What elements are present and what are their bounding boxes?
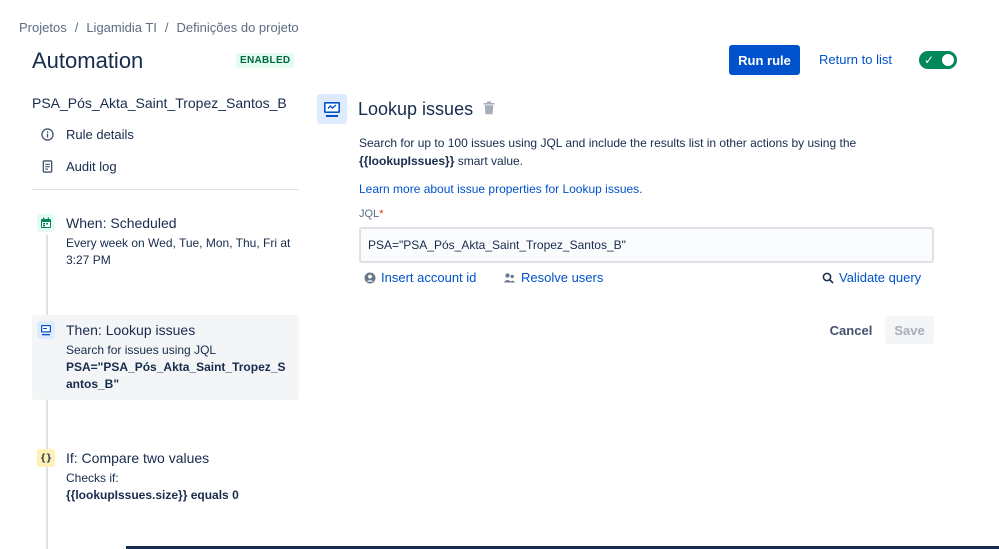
sidebar-divider [32, 189, 299, 190]
jql-input[interactable] [359, 227, 934, 263]
breadcrumb-item-project[interactable]: Ligamidia TI [86, 20, 157, 35]
validate-query-label: Validate query [839, 270, 922, 285]
step-condition: {{lookupIssues.size}} equals 0 [66, 488, 239, 502]
toggle-knob [942, 54, 954, 66]
panel-description: Search for up to 100 issues using JQL an… [359, 134, 919, 170]
description-text: Search for up to 100 issues using JQL an… [359, 136, 857, 150]
insert-account-id-label: Insert account id [381, 270, 477, 285]
save-button[interactable]: Save [885, 316, 934, 344]
step-description: Every week on Wed, Tue, Mon, Thu, Fri at… [66, 236, 291, 267]
cancel-button[interactable]: Cancel [820, 316, 882, 344]
check-icon: ✓ [924, 53, 935, 67]
jql-label-text: JQL [359, 208, 380, 220]
rule-details-link[interactable]: Rule details [40, 127, 134, 142]
braces-icon: {} [37, 449, 55, 467]
run-rule-button[interactable]: Run rule [729, 45, 800, 75]
search-icon [822, 272, 834, 284]
step-title: If: Compare two values [66, 450, 210, 466]
step-if-compare-values[interactable]: {} If: Compare two values Checks if: {{l… [32, 443, 299, 512]
smart-value-code: {{lookupIssues}} [359, 154, 455, 168]
breadcrumb-separator: / [74, 20, 79, 35]
required-mark: * [379, 208, 384, 220]
step-title: When: Scheduled [66, 215, 177, 231]
breadcrumb: Projetos / Ligamidia TI / Definições do … [19, 20, 299, 35]
status-badge: ENABLED [236, 53, 295, 68]
learn-more-link[interactable]: Learn more about issue properties for Lo… [359, 182, 643, 196]
document-icon [40, 160, 54, 174]
step-description: Search for issues using JQL [66, 343, 217, 357]
insert-account-id-link[interactable]: Insert account id [364, 270, 476, 285]
breadcrumb-item-projects[interactable]: Projetos [19, 20, 67, 35]
step-then-lookup-issues[interactable]: Then: Lookup issues Search for issues us… [32, 315, 299, 400]
page-title: Automation [32, 48, 144, 73]
rule-details-label: Rule details [66, 127, 134, 142]
breadcrumb-item-settings[interactable]: Definições do projeto [177, 20, 299, 35]
breadcrumb-separator: / [164, 20, 169, 35]
audit-log-link[interactable]: Audit log [40, 159, 117, 174]
info-icon [40, 128, 54, 142]
step-when-scheduled[interactable]: When: Scheduled Every week on Wed, Tue, … [32, 208, 299, 277]
panel-title: Lookup issues [358, 99, 474, 119]
rule-name: PSA_Pós_Akta_Saint_Tropez_Santos_B [32, 95, 287, 111]
rule-enabled-toggle[interactable]: ✓ [919, 51, 957, 69]
step-jql-value: PSA="PSA_Pós_Akta_Saint_Tropez_Santos_B" [66, 360, 286, 391]
jql-label: JQL* [359, 208, 383, 220]
user-circle-icon [364, 272, 376, 284]
audit-log-label: Audit log [66, 159, 117, 174]
monitor-icon [37, 321, 55, 339]
validate-query-link[interactable]: Validate query [822, 270, 921, 285]
users-icon [503, 272, 516, 284]
monitor-icon [317, 94, 347, 124]
resolve-users-link[interactable]: Resolve users [503, 270, 603, 285]
description-text-end: smart value. [454, 154, 524, 168]
resolve-users-label: Resolve users [521, 270, 604, 285]
calendar-icon [37, 214, 55, 232]
step-description: Checks if: [66, 471, 119, 485]
return-to-list-link[interactable]: Return to list [819, 52, 892, 67]
trash-icon[interactable] [483, 101, 497, 117]
step-title: Then: Lookup issues [66, 322, 196, 338]
